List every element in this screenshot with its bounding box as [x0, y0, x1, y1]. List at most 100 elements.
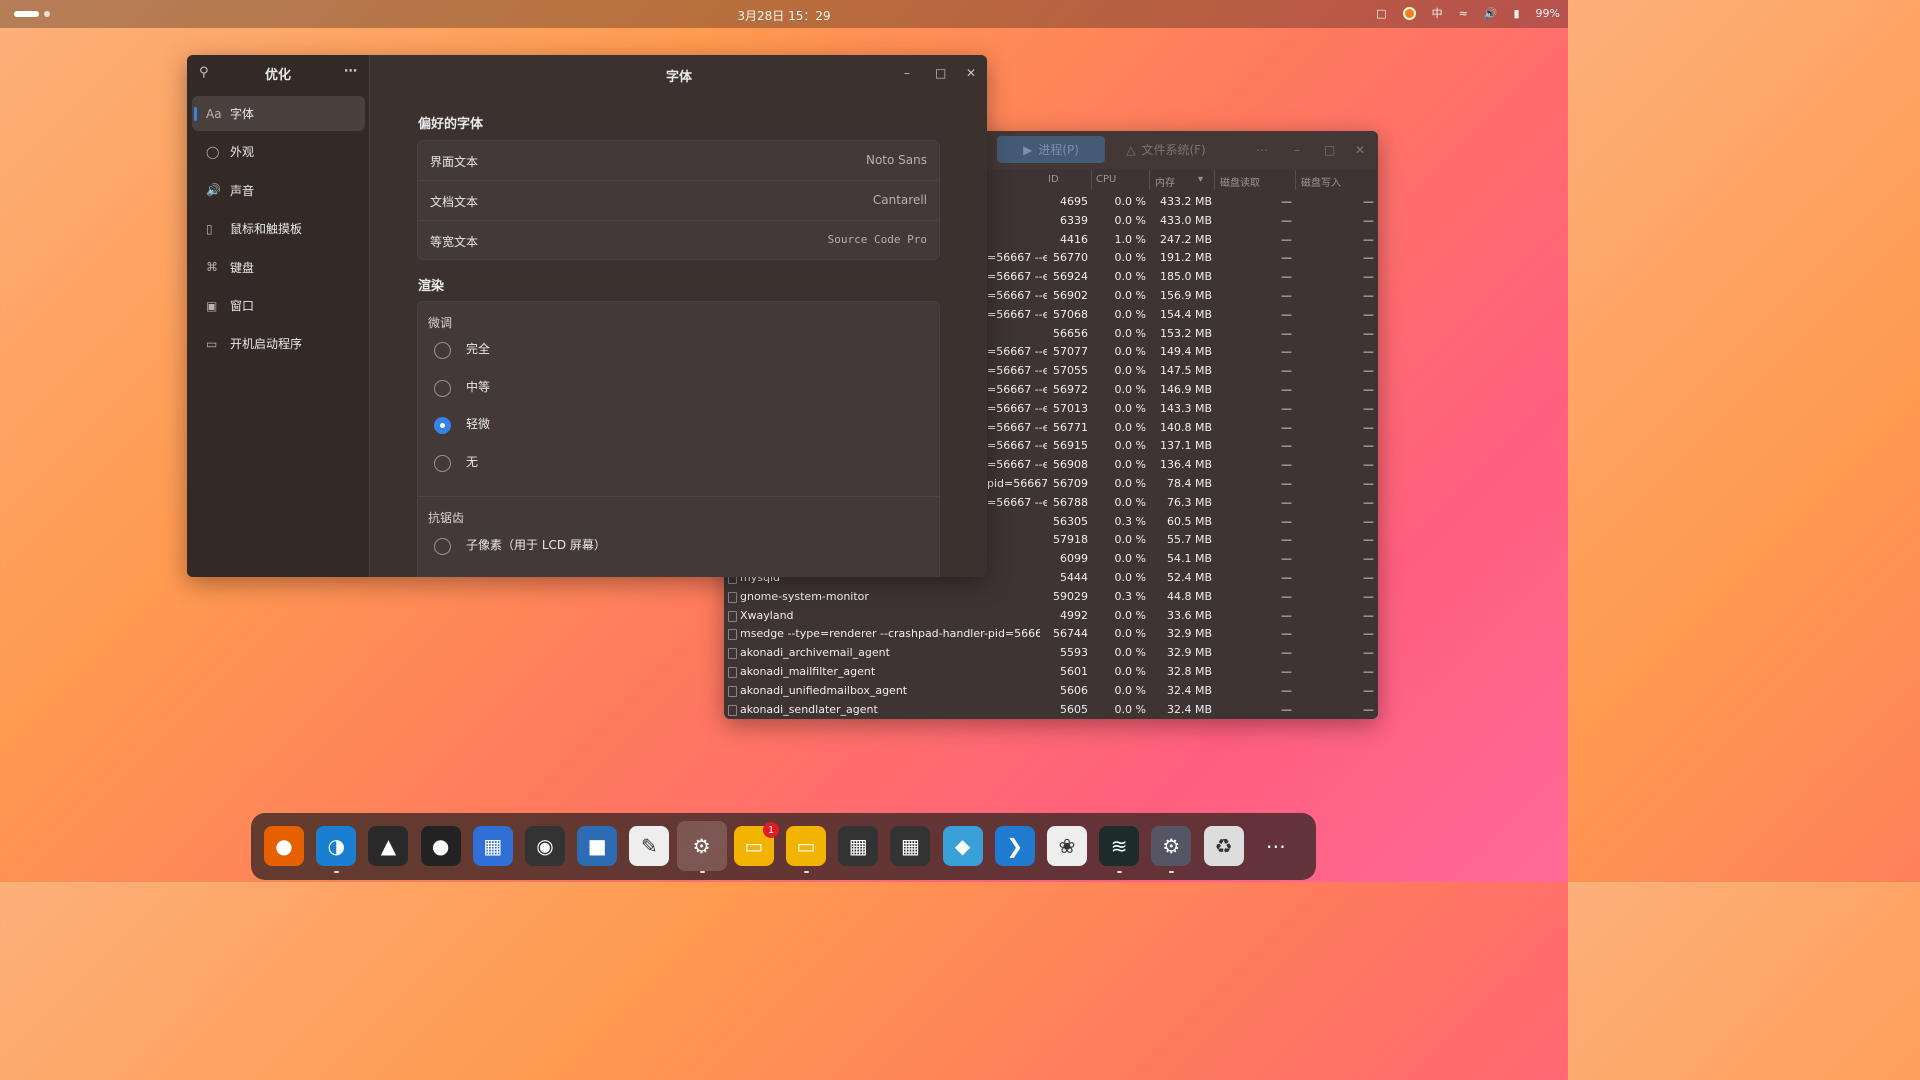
table-row[interactable]: Xwayland 4992 0.0 % 33.6 MB — — — [724, 607, 1378, 626]
drawing-app-icon[interactable]: ❀ — [1047, 826, 1087, 866]
tab-filesystems[interactable]: △ 文件系统(F) — [1112, 136, 1220, 163]
cell-name: =56667 --er — [987, 345, 1047, 359]
sidebar-item-2[interactable]: 🔊 声音 — [192, 173, 365, 208]
radio-hinting-1[interactable] — [434, 379, 451, 397]
menu-icon[interactable]: ⋯ — [344, 64, 357, 79]
cell-mem: 78.4 MB — [1166, 477, 1212, 490]
clock[interactable]: 3月28日 15：29 — [0, 7, 1568, 24]
cell-cpu: 0.0 % — [1114, 665, 1146, 678]
inkscape-icon[interactable]: ▲ — [368, 826, 409, 866]
top-bar: 3月28日 15：29 □ 中 ≈ 🔊 ▮ 99% — [0, 0, 1568, 28]
table-row[interactable]: akonadi_unifiedmailbox_agent 5606 0.0 % 32.… — [724, 682, 1378, 701]
dock: ● ◑ ▲ ● ▦ ◉ ■ ✎ ⚙ ▭ ▭ ▦ ▦ ◆ ❯ ❀ ≋ ⚙ ♻ ⋯ — [251, 813, 1316, 880]
cell-mem: 44.8 MB — [1166, 589, 1212, 603]
font-row-interface[interactable]: 界面文本 Noto Sans — [418, 141, 939, 181]
diamond-app-icon[interactable]: ◆ — [942, 826, 983, 866]
cell-id: 56924 — [1053, 270, 1088, 284]
app-grid-b-icon[interactable]: ▦ — [890, 826, 931, 866]
cell-write: — — [1363, 646, 1374, 660]
cell-id: 59029 — [1053, 589, 1088, 603]
font-row-document[interactable]: 文档文本 Cantarell — [418, 181, 939, 221]
table-row[interactable]: akonadi_archivemail_agent 5593 0.0 % 32.9 M… — [724, 644, 1378, 663]
app-launcher-icon[interactable]: ⋯ — [1256, 826, 1296, 866]
cell-id: 5605 — [1060, 702, 1088, 716]
cell-name: =56667 --er — [987, 251, 1047, 265]
software-store-icon[interactable]: ■ — [577, 826, 618, 866]
sidebar-header: ⚲ 优化 ⋯ — [187, 55, 369, 91]
column-header-cpu[interactable]: CPU — [1096, 174, 1116, 185]
close-button[interactable]: ✕ — [966, 66, 976, 80]
table-row[interactable]: akonadi_mailfilter_agent 5601 0.0 % 32.8 MB… — [724, 663, 1378, 682]
sidebar-item-3[interactable]: ▯ 鼠标和触摸板 — [192, 211, 365, 246]
menu-button[interactable]: ⋯ — [1256, 143, 1268, 157]
maximize-button[interactable]: □ — [935, 66, 946, 80]
clipboard-icon[interactable]: □ — [1376, 7, 1386, 20]
radio-hinting-0[interactable] — [434, 342, 451, 359]
settings-tweaks-icon[interactable]: ⚙ — [676, 821, 727, 871]
palette-icon: ◯ — [206, 144, 220, 159]
maximize-button[interactable]: □ — [1324, 143, 1335, 157]
cell-cpu: 0.0 % — [1114, 213, 1146, 227]
cell-write: — — [1363, 702, 1374, 716]
app-indicator-icon[interactable] — [1402, 6, 1416, 20]
input-method-indicator[interactable]: 中 — [1432, 5, 1443, 21]
vscode-icon[interactable]: ❯ — [994, 826, 1035, 866]
cell-cpu: 0.0 % — [1114, 646, 1146, 660]
settings-icon[interactable]: ⚙ — [1151, 826, 1192, 866]
minimize-button[interactable]: – — [1294, 143, 1300, 157]
minimize-button[interactable]: – — [904, 66, 910, 80]
cell-id: 5601 — [1060, 665, 1088, 678]
cell-write: — — [1363, 213, 1374, 227]
wifi-icon[interactable]: ≈ — [1459, 7, 1468, 20]
cell-cpu: 0.0 % — [1114, 401, 1146, 415]
volume-icon[interactable]: 🔊 — [1484, 7, 1498, 20]
disk-icon: △ — [1126, 142, 1136, 157]
sidebar-item-0[interactable]: Aa 字体 — [192, 96, 365, 131]
cell-name: Xwayland — [740, 608, 794, 622]
cell-name: pid=56667 — [987, 477, 1047, 490]
app-grid-a-icon[interactable]: ▦ — [838, 826, 879, 866]
table-row[interactable]: msedge --type=renderer --crashpad-handle… — [724, 625, 1378, 644]
cell-cpu: 0.0 % — [1114, 420, 1146, 434]
close-button[interactable]: ✕ — [1355, 143, 1365, 157]
trash-icon[interactable]: ♻ — [1203, 826, 1244, 866]
system-monitor-icon[interactable]: ≋ — [1099, 826, 1140, 866]
sidebar-item-5[interactable]: ▣ 窗口 — [192, 288, 365, 323]
table-row[interactable]: gnome-system-monitor 59029 0.3 % 44.8 MB — — — [724, 588, 1378, 607]
cell-id: 4695 — [1060, 195, 1088, 208]
sidebar-item-4[interactable]: ⌘ 键盘 — [192, 250, 365, 285]
battery-percent[interactable]: 99% — [1536, 7, 1560, 20]
files-2-icon[interactable]: ▭ — [786, 826, 826, 866]
column-header-memory[interactable]: 内存 — [1155, 174, 1175, 189]
music-icon[interactable]: ◉ — [525, 826, 565, 866]
font-list: 界面文本 Noto Sans 文档文本 Cantarell 等宽文本 Sourc… — [417, 140, 940, 260]
cell-read: — — [1281, 495, 1292, 509]
cell-mem: 433.2 MB — [1159, 195, 1212, 208]
battery-icon[interactable]: ▮ — [1513, 7, 1519, 20]
cell-write: — — [1363, 514, 1374, 528]
sidebar-item-1[interactable]: ◯ 外观 — [192, 134, 365, 169]
column-header-id[interactable]: ID — [1048, 174, 1059, 185]
cell-read: — — [1281, 307, 1292, 321]
process-icon — [728, 648, 737, 660]
column-header-disk-write[interactable]: 磁盘写入 — [1301, 174, 1341, 189]
font-row-monospace[interactable]: 等宽文本 Source Code Pro — [418, 221, 939, 261]
table-row[interactable]: akonadi_sendlater_agent 5605 0.0 % 32.4 MB —… — [724, 701, 1378, 719]
edge-icon[interactable]: ◑ — [316, 826, 357, 866]
sidebar-item-label: 开机启动程序 — [230, 337, 303, 352]
search-icon[interactable]: ⚲ — [199, 65, 209, 80]
calendar-icon[interactable]: ▦ — [472, 826, 513, 866]
cell-name: msedge --type=renderer --crashpad-handle… — [740, 627, 1040, 641]
firefox-icon[interactable]: ● — [264, 826, 304, 866]
radio-hinting-2[interactable] — [434, 417, 451, 435]
cell-write: — — [1363, 533, 1374, 547]
github-desktop-icon[interactable]: ● — [420, 826, 461, 866]
cell-name: =56667 --er — [987, 420, 1047, 434]
tab-processes[interactable]: ▶ 进程(P) — [997, 136, 1105, 163]
sidebar-item-6[interactable]: ▭ 开机启动程序 — [192, 326, 365, 361]
text-editor-icon[interactable]: ✎ — [629, 826, 670, 866]
cell-read: — — [1281, 326, 1292, 340]
radio-hinting-3[interactable] — [434, 455, 451, 473]
column-header-disk-read[interactable]: 磁盘读取 — [1220, 174, 1260, 189]
radio-subpixel[interactable] — [434, 538, 451, 555]
